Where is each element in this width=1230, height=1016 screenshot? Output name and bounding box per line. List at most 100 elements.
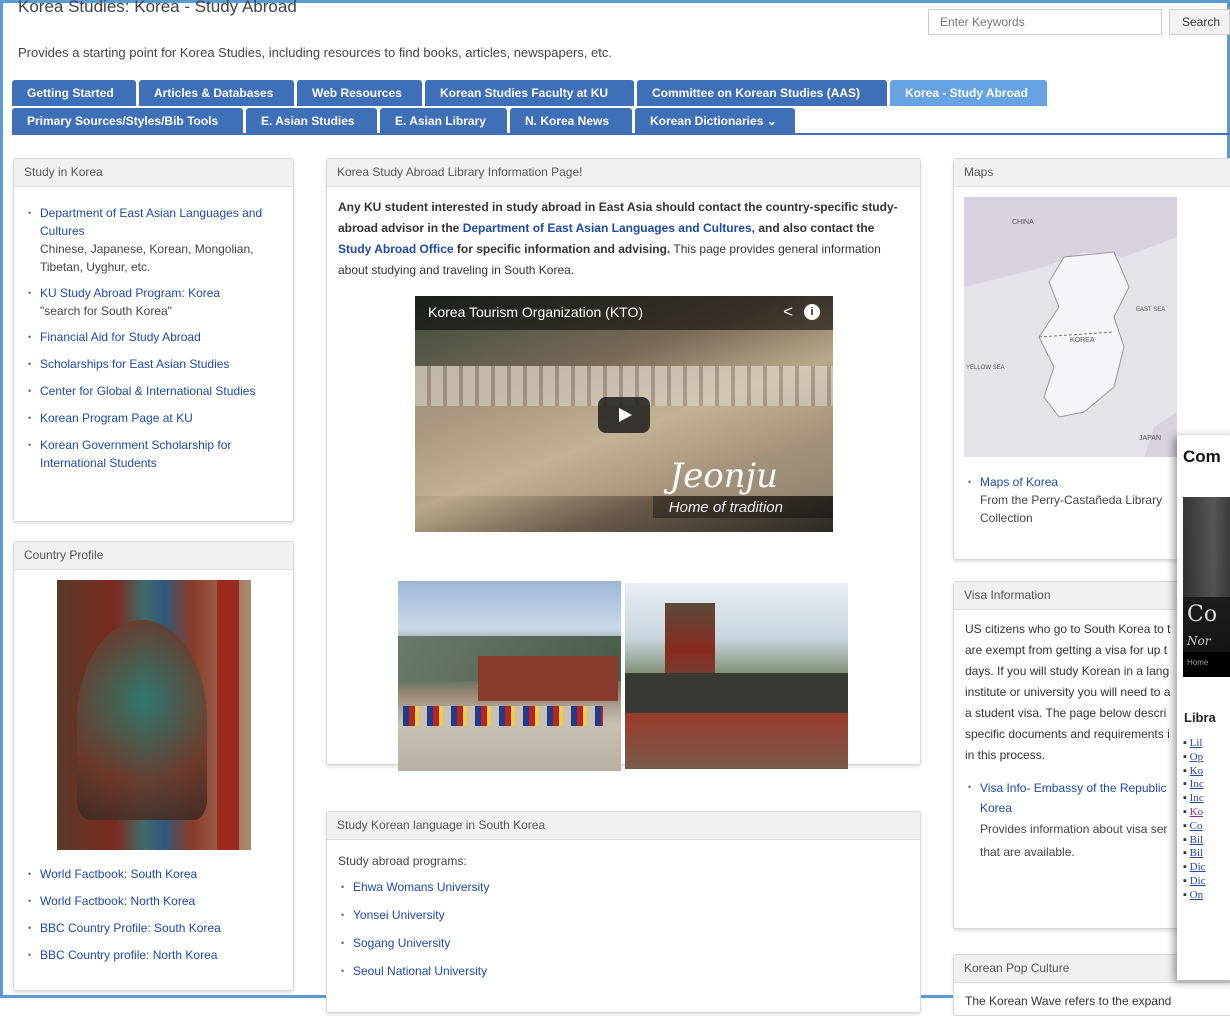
link-yonsei[interactable]: Yonsei University bbox=[353, 908, 445, 922]
list-item: BBC Country Profile: South Korea bbox=[20, 919, 283, 937]
maps-list: Maps of Korea From the Perry-Castañeda Li… bbox=[960, 473, 1170, 527]
play-button[interactable] bbox=[598, 397, 650, 433]
list-item: Center for Global & International Studie… bbox=[20, 382, 283, 400]
link-sogang[interactable]: Sogang University bbox=[353, 936, 450, 950]
overlay-link[interactable]: Dic bbox=[1190, 875, 1206, 887]
tab-korean-dictionaries[interactable]: Korean Dictionaries ⌄ bbox=[635, 108, 795, 134]
list-item: ▪ Co bbox=[1183, 819, 1203, 832]
map-label-china: CHINA bbox=[1012, 219, 1034, 226]
overlay-link[interactable]: Co bbox=[1190, 820, 1203, 832]
country-profile-box: Country Profile World Factbook: South Ko… bbox=[13, 541, 294, 991]
overlay-link[interactable]: Op bbox=[1190, 751, 1203, 763]
overlay-link[interactable]: Inc bbox=[1190, 778, 1204, 790]
list-item: ▪ Inc bbox=[1183, 778, 1204, 791]
overlay-panel[interactable]: Com Co Nor Home Libra ▪ Lil ▪ Op ▪ Ko ▪ … bbox=[1177, 435, 1230, 980]
list-item: World Factbook: North Korea bbox=[20, 892, 283, 910]
tab-committee-korean-studies[interactable]: Committee on Korean Studies (AAS) bbox=[637, 80, 887, 106]
overlay-link[interactable]: Lil bbox=[1190, 737, 1203, 749]
overlay-link[interactable]: On bbox=[1190, 889, 1203, 901]
link-dept-east-asian-main[interactable]: Department of East Asian Languages and C… bbox=[463, 221, 755, 235]
list-item: ▪ Bil bbox=[1183, 847, 1204, 860]
tab-north-korea-news[interactable]: N. Korea News bbox=[510, 108, 632, 134]
tab-korean-studies-faculty[interactable]: Korean Studies Faculty at KU bbox=[425, 80, 634, 106]
study-korean-heading: Study Korean language in South Korea bbox=[327, 812, 920, 840]
overlay-big-letter: Co bbox=[1187, 602, 1218, 627]
tab-east-asian-studies[interactable]: E. Asian Studies bbox=[246, 108, 377, 134]
list-item: ▪ Bil bbox=[1183, 833, 1204, 846]
overlay-link[interactable]: Dic bbox=[1190, 861, 1206, 873]
list-item: ▪ Dic bbox=[1183, 861, 1206, 874]
list-item: ▪ Dic bbox=[1183, 874, 1206, 887]
list-item: Seoul National University bbox=[333, 962, 910, 980]
map-label-yellow-sea: YELLOW SEA bbox=[966, 365, 1005, 371]
item-note: Chinese, Japanese, Korean, Mongolian, Ti… bbox=[40, 242, 254, 274]
tab-primary-sources[interactable]: Primary Sources/Styles/Bib Tools bbox=[12, 108, 243, 134]
link-seoul-national[interactable]: Seoul National University bbox=[353, 964, 487, 978]
study-in-korea-box: Study in Korea Department of East Asian … bbox=[13, 158, 294, 522]
list-item: BBC Country profile: North Korea bbox=[20, 946, 283, 964]
link-visa-info[interactable]: Visa Info- Embassy of the Republic Korea bbox=[980, 781, 1167, 815]
list-item: Visa Info- Embassy of the Republic Korea… bbox=[960, 778, 1175, 864]
overlay-link[interactable]: Bil bbox=[1190, 847, 1203, 859]
list-item: World Factbook: South Korea bbox=[20, 865, 283, 883]
link-maps-of-korea[interactable]: Maps of Korea bbox=[980, 475, 1058, 489]
link-global-studies[interactable]: Center for Global & International Studie… bbox=[40, 384, 255, 398]
overlay-link-list: ▪ Lil ▪ Op ▪ Ko ▪ Inc ▪ Inc ▪ Ko ▪ Co ▪ … bbox=[1183, 737, 1206, 903]
tab-underline bbox=[12, 133, 1230, 135]
main-text-3: for specific information and advising. bbox=[453, 242, 671, 256]
link-ehwa[interactable]: Ehwa Womans University bbox=[353, 880, 490, 894]
tab-articles-databases[interactable]: Articles & Databases bbox=[139, 80, 294, 106]
link-factbook-south[interactable]: World Factbook: South Korea bbox=[40, 867, 197, 881]
link-factbook-north[interactable]: World Factbook: North Korea bbox=[40, 894, 195, 908]
maps-heading: Maps bbox=[954, 159, 1230, 187]
video-player[interactable]: Korea Tourism Organization (KTO) < i Jeo… bbox=[415, 296, 833, 532]
list-item: Sogang University bbox=[333, 934, 910, 952]
list-item: Financial Aid for Study Abroad bbox=[20, 328, 283, 346]
list-item: ▪ Ko bbox=[1183, 805, 1204, 818]
link-bbc-north[interactable]: BBC Country profile: North Korea bbox=[40, 948, 217, 962]
list-item: ▪ Inc bbox=[1183, 792, 1204, 805]
search-button[interactable]: Search bbox=[1169, 9, 1230, 35]
overlay-subtitle: Nor bbox=[1187, 634, 1211, 648]
overlay-home[interactable]: Home bbox=[1187, 658, 1208, 667]
link-study-abroad-office[interactable]: Study Abroad Office bbox=[338, 242, 454, 256]
study-in-korea-list: Department of East Asian Languages and C… bbox=[14, 187, 293, 472]
overlay-link[interactable]: Ko bbox=[1190, 765, 1203, 777]
overlay-link[interactable]: Inc bbox=[1190, 792, 1204, 804]
tab-east-asian-library[interactable]: E. Asian Library bbox=[380, 108, 507, 134]
link-gov-scholarship[interactable]: Korean Government Scholarship for Intern… bbox=[40, 438, 231, 470]
video-caption-title: Jeonju bbox=[669, 456, 778, 496]
list-item: ▪ Lil bbox=[1183, 737, 1203, 749]
study-in-korea-heading: Study in Korea bbox=[14, 159, 293, 187]
tab-web-resources[interactable]: Web Resources bbox=[297, 80, 422, 106]
map-label-east-sea: EAST SEA bbox=[1136, 307, 1166, 313]
tab-getting-started[interactable]: Getting Started bbox=[12, 80, 136, 106]
study-korean-intro: Study abroad programs: bbox=[338, 854, 467, 868]
overlay-link[interactable]: Ko bbox=[1190, 806, 1203, 818]
video-caption-sub: Home of tradition bbox=[668, 499, 783, 516]
korea-map: CHINA KOREA EAST SEA YELLOW SEA JAPAN bbox=[964, 197, 1177, 457]
overlay-link[interactable]: Bil bbox=[1190, 834, 1203, 846]
link-ku-study-abroad[interactable]: KU Study Abroad Program: Korea bbox=[40, 286, 220, 300]
country-profile-list: World Factbook: South Korea World Factbo… bbox=[20, 865, 283, 964]
list-item: Department of East Asian Languages and C… bbox=[20, 204, 283, 276]
link-korean-program[interactable]: Korean Program Page at KU bbox=[40, 411, 193, 425]
list-item: Ehwa Womans University bbox=[333, 878, 910, 896]
page-description: Provides a starting point for Korea Stud… bbox=[18, 45, 612, 60]
tab-row-1: Getting Started Articles & Databases Web… bbox=[12, 80, 1047, 106]
pop-culture-text: The Korean Wave refers to the expand pop… bbox=[965, 994, 1172, 1008]
link-financial-aid[interactable]: Financial Aid for Study Abroad bbox=[40, 330, 201, 344]
search-input[interactable] bbox=[928, 9, 1162, 35]
info-icon[interactable]: i bbox=[804, 304, 820, 320]
maps-note: From the Perry-Castañeda Library Collect… bbox=[980, 493, 1163, 525]
map-label-korea: KOREA bbox=[1070, 337, 1095, 344]
link-bbc-south[interactable]: BBC Country Profile: South Korea bbox=[40, 921, 221, 935]
link-scholarships[interactable]: Scholarships for East Asian Studies bbox=[40, 357, 229, 371]
share-icon[interactable]: < bbox=[783, 302, 793, 322]
palace-guard-photo bbox=[398, 581, 621, 771]
link-dept-east-asian[interactable]: Department of East Asian Languages and C… bbox=[40, 206, 262, 238]
visa-text: US citizens who go to South Korea to t a… bbox=[965, 622, 1171, 762]
main-info-heading: Korea Study Abroad Library Information P… bbox=[327, 159, 920, 187]
tab-korea-study-abroad[interactable]: Korea - Study Abroad bbox=[890, 80, 1047, 106]
overlay-title: Com bbox=[1183, 447, 1221, 466]
